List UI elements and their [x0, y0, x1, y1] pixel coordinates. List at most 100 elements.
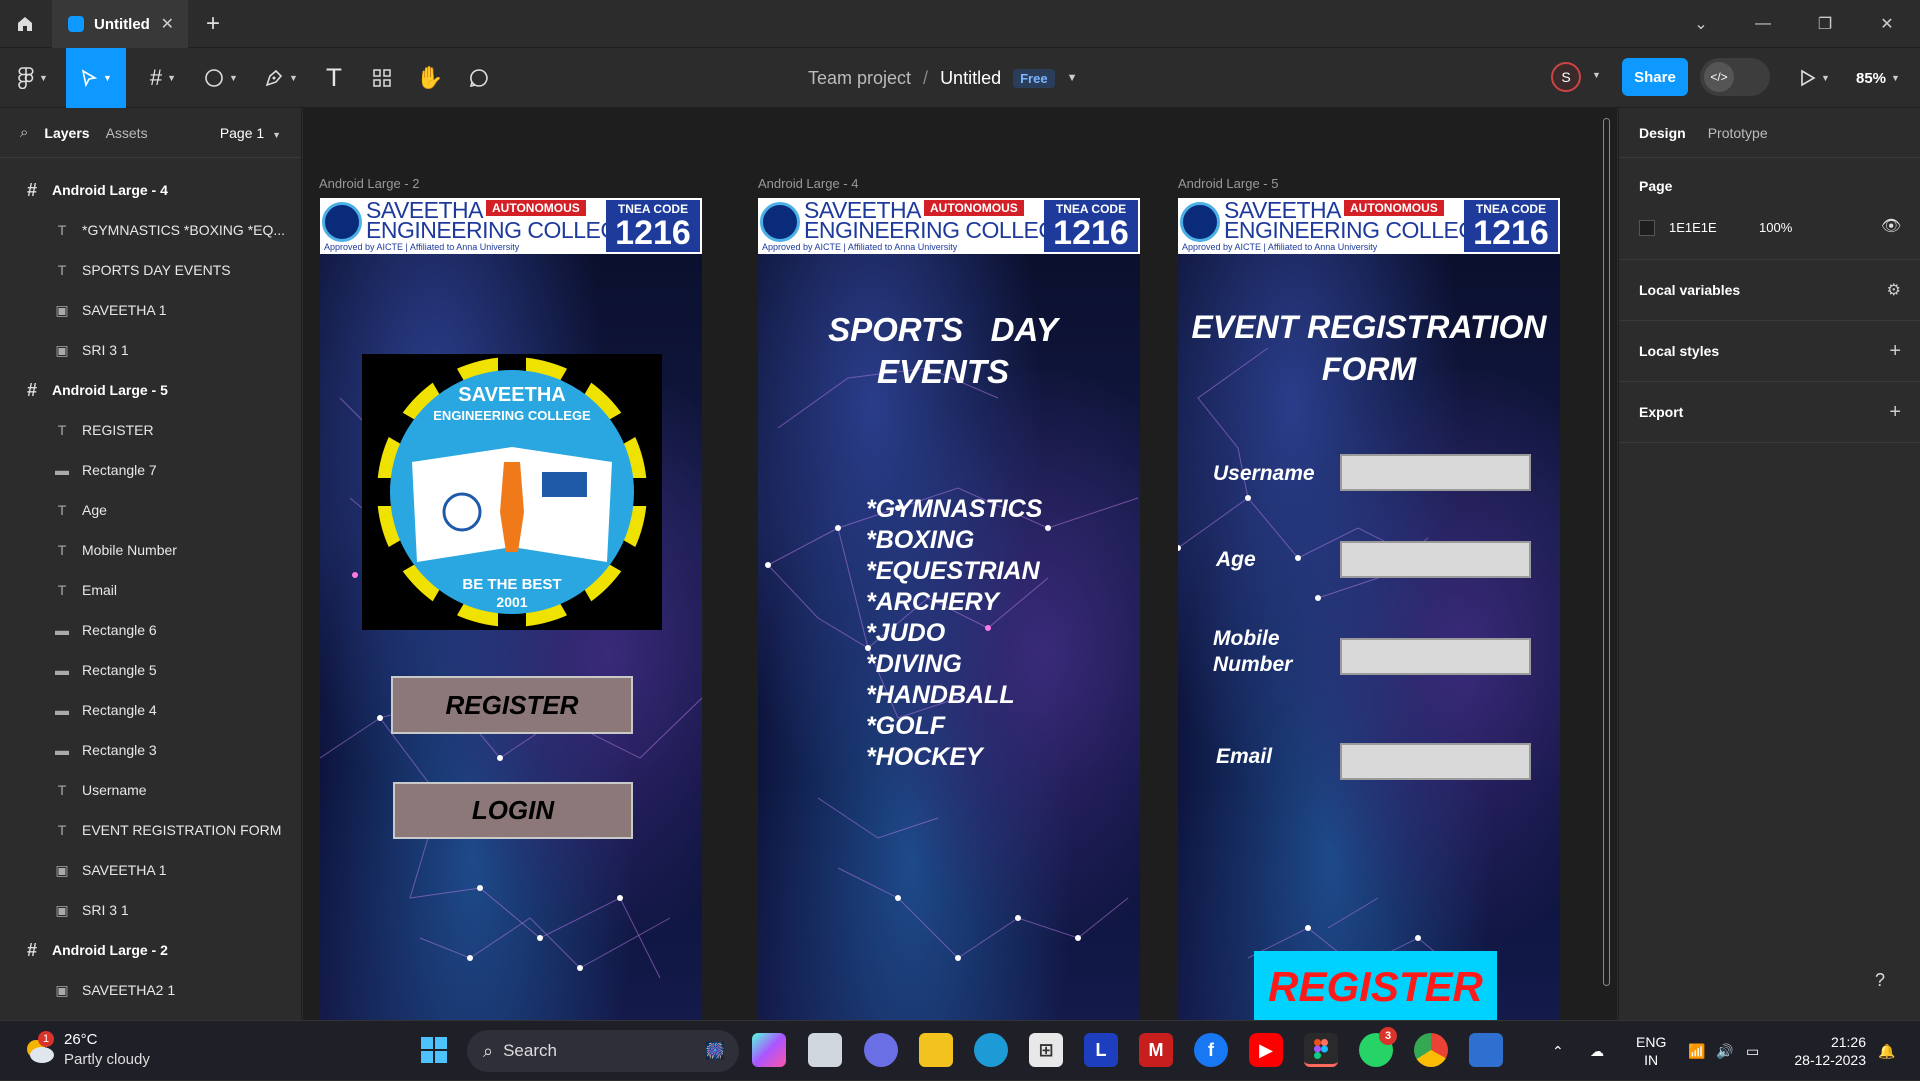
layer-row[interactable]: ▣ SRI 3 1: [0, 330, 301, 370]
tab-prototype[interactable]: Prototype: [1708, 125, 1768, 141]
weather-icon[interactable]: 1: [22, 1031, 56, 1067]
add-icon[interactable]: +: [1889, 340, 1901, 363]
chevron-down-icon[interactable]: ▼: [1592, 70, 1601, 80]
frame-android-large-2[interactable]: SAVEETHA ENGINEERING COLLEGE AUTONOMOUS A…: [320, 198, 702, 1020]
tab-layers[interactable]: Layers: [44, 125, 89, 141]
tab-design[interactable]: Design: [1639, 125, 1686, 141]
layer-row[interactable]: ▬ Rectangle 7: [0, 450, 301, 490]
layer-row[interactable]: ▬ Rectangle 5: [0, 650, 301, 690]
resources-button[interactable]: [362, 48, 402, 108]
page-opacity-value[interactable]: 100%: [1759, 220, 1792, 235]
eye-icon[interactable]: 👁: [1881, 216, 1901, 236]
avatar[interactable]: S: [1551, 62, 1581, 92]
edge-icon[interactable]: [974, 1033, 1008, 1067]
teams-chat-icon[interactable]: [864, 1033, 898, 1067]
battery-icon[interactable]: ▭: [1746, 1021, 1759, 1081]
mcafee-icon[interactable]: M: [1139, 1033, 1173, 1067]
layer-frame-row[interactable]: # Android Large - 2: [0, 930, 301, 970]
shape-tool-button[interactable]: ▼: [196, 48, 246, 108]
chevron-down-icon[interactable]: ⌄: [1670, 0, 1732, 48]
restore-icon[interactable]: ❐: [1794, 0, 1856, 48]
mobile-number-field[interactable]: [1340, 638, 1531, 675]
canvas[interactable]: Android Large - 2 Android Large - 4 Andr…: [303, 108, 1617, 1020]
chrome-icon[interactable]: [1414, 1033, 1448, 1067]
store-icon[interactable]: ⊞: [1029, 1033, 1063, 1067]
tab-assets[interactable]: Assets: [106, 125, 148, 141]
language-indicator[interactable]: ENG IN: [1636, 1021, 1666, 1081]
task-view-icon[interactable]: [808, 1033, 842, 1067]
local-variables-section[interactable]: Local variables ⚙: [1619, 260, 1920, 321]
volume-icon[interactable]: 🔊: [1716, 1021, 1733, 1081]
layer-row[interactable]: T REGISTER: [0, 410, 301, 450]
dev-mode-toggle[interactable]: </>: [1700, 58, 1770, 96]
sliders-icon[interactable]: ⚙: [1887, 280, 1901, 300]
page-color-swatch[interactable]: [1639, 220, 1655, 236]
present-button[interactable]: ▼: [1790, 48, 1840, 108]
whatsapp-icon[interactable]: 3: [1359, 1027, 1397, 1067]
layer-row[interactable]: ▬ Rectangle 6: [0, 610, 301, 650]
submit-register-button[interactable]: REGISTER: [1254, 951, 1497, 1020]
minimize-icon[interactable]: —: [1732, 0, 1794, 48]
hand-tool-button[interactable]: ✋: [410, 48, 450, 108]
layer-row[interactable]: ▬ Rectangle 3: [0, 730, 301, 770]
frame-android-large-4[interactable]: SAVEETHA ENGINEERING COLLEGE AUTONOMOUS A…: [758, 198, 1140, 1020]
file-explorer-icon[interactable]: [919, 1033, 953, 1067]
home-icon[interactable]: [0, 0, 50, 48]
main-menu-button[interactable]: ▼: [10, 48, 56, 108]
page-selector[interactable]: Page 1 ▼: [220, 125, 281, 141]
figma-taskbar-icon[interactable]: [1304, 1033, 1338, 1067]
export-section[interactable]: Export +: [1619, 382, 1920, 443]
search-icon[interactable]: ⌕: [20, 124, 28, 141]
layer-frame-row[interactable]: # Android Large - 5: [0, 370, 301, 410]
frame-tool-button[interactable]: # ▼: [138, 48, 188, 108]
layer-row[interactable]: ▬ Rectangle 4: [0, 690, 301, 730]
layer-row[interactable]: ▣SAVEETHA 1: [0, 850, 301, 890]
email-field[interactable]: [1340, 743, 1531, 780]
chevron-up-icon[interactable]: ⌃: [1552, 1021, 1564, 1081]
age-field[interactable]: [1340, 541, 1531, 578]
help-button[interactable]: ?: [1860, 960, 1900, 1000]
taskbar-search[interactable]: ⌕ Search 🎆: [467, 1030, 739, 1072]
weather-desc[interactable]: Partly cloudy: [64, 1051, 150, 1068]
frame-label[interactable]: Android Large - 2: [319, 176, 419, 191]
text-tool-button[interactable]: T: [314, 48, 354, 108]
layer-row[interactable]: T Mobile Number: [0, 530, 301, 570]
layer-row[interactable]: ▣ SAVEETHA2 1: [0, 970, 301, 1010]
photos-icon[interactable]: [1469, 1033, 1503, 1067]
breadcrumb-team[interactable]: Team project: [808, 68, 911, 89]
username-field[interactable]: [1340, 454, 1531, 491]
frame-label[interactable]: Android Large - 4: [758, 176, 858, 191]
layer-row[interactable]: T *GYMNASTICS *BOXING *EQ...: [0, 210, 301, 250]
frame-android-large-5[interactable]: SAVEETHA ENGINEERING COLLEGE AUTONOMOUS A…: [1178, 198, 1560, 1020]
new-tab-icon[interactable]: +: [206, 10, 220, 38]
copilot-icon[interactable]: [752, 1033, 786, 1067]
page-color-value[interactable]: 1E1E1E: [1669, 220, 1717, 235]
canvas-scrollbar[interactable]: [1603, 118, 1610, 986]
wifi-icon[interactable]: 📶: [1688, 1021, 1705, 1081]
local-styles-section[interactable]: Local styles +: [1619, 321, 1920, 382]
layer-row[interactable]: T Username: [0, 770, 301, 810]
chevron-down-icon[interactable]: ▼: [1067, 72, 1078, 84]
file-name[interactable]: Untitled: [940, 68, 1001, 89]
register-button[interactable]: REGISTER: [391, 676, 633, 734]
layer-row[interactable]: T EVENT REGISTRATION FORM: [0, 810, 301, 850]
youtube-icon[interactable]: ▶: [1249, 1033, 1283, 1067]
app-l-icon[interactable]: L: [1084, 1033, 1118, 1067]
close-window-icon[interactable]: ✕: [1856, 0, 1918, 48]
onedrive-icon[interactable]: ☁: [1590, 1021, 1604, 1081]
layer-row[interactable]: T Email: [0, 570, 301, 610]
layer-frame-row[interactable]: # Android Large - 4: [0, 170, 301, 210]
login-button[interactable]: LOGIN: [393, 782, 633, 839]
comment-tool-button[interactable]: [458, 48, 500, 108]
layer-row[interactable]: ▣SAVEETHA 1: [0, 1010, 301, 1020]
weather-temp[interactable]: 26°C: [64, 1031, 98, 1048]
layer-row[interactable]: ▣ SRI 3 1: [0, 890, 301, 930]
tab-untitled[interactable]: Untitled ✕: [52, 0, 188, 48]
windows-start-icon[interactable]: [417, 1033, 451, 1067]
move-tool-button[interactable]: ▼: [66, 48, 126, 108]
share-button[interactable]: Share: [1622, 58, 1688, 96]
add-icon[interactable]: +: [1889, 401, 1901, 424]
clock[interactable]: 21:26 28-12-2023: [1786, 1021, 1866, 1081]
zoom-menu[interactable]: 85% ▼: [1856, 48, 1900, 108]
pen-tool-button[interactable]: ▼: [256, 48, 306, 108]
